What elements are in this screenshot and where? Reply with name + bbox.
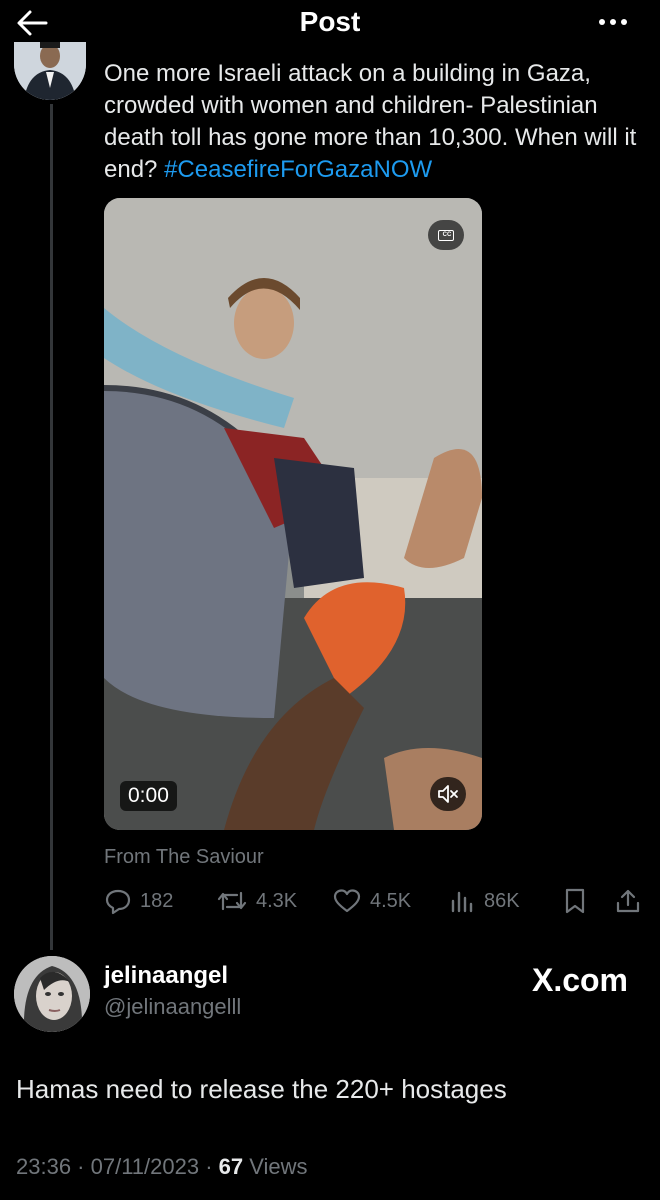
reply-button[interactable]: 182 [104,886,173,916]
repost-icon [217,891,247,911]
like-count: 4.5K [370,889,412,912]
captions-button[interactable]: CC [428,220,464,250]
reply-text: Hamas need to release the 220+ hostages [16,1074,507,1104]
views-button[interactable]: 86K [448,886,520,916]
share-icon [616,889,640,913]
cc-icon: CC [438,230,454,241]
avatar[interactable] [14,956,90,1032]
repost-button[interactable]: 4.3K [216,886,297,916]
views-number: 67 [218,1154,244,1179]
source-attribution[interactable]: From The Saviour [104,846,264,869]
video-timestamp: 0:00 [120,781,177,811]
more-button[interactable] [596,8,632,32]
comment-icon [105,889,131,915]
bookmark-button[interactable] [562,886,596,916]
bookmark-icon [565,888,585,914]
mute-button[interactable] [430,777,466,811]
hashtag-link[interactable]: #CeasefireForGazaNOW [164,156,432,183]
like-button[interactable]: 4.5K [332,886,411,916]
speaker-muted-icon [438,785,458,803]
post-text: One more Israeli attack on a building in… [104,58,644,186]
timestamp[interactable]: 23:36 · 07/11/2023 · [16,1154,219,1179]
views-count: 86K [484,889,520,912]
heart-icon [333,889,361,913]
views-label: Views [243,1154,308,1179]
watermark: X.com [531,962,628,998]
thread-line [50,104,53,950]
reply-count: 182 [140,889,174,912]
user-handle[interactable]: @jelinaangelll [104,994,241,1020]
avatar[interactable] [14,42,86,100]
page-title: Post [299,6,361,37]
analytics-icon [451,891,473,913]
ellipsis-icon [599,19,627,25]
repost-count: 4.3K [256,889,298,912]
share-button[interactable] [614,886,650,916]
post-meta: 23:36 · 07/11/2023 · 67 Views [16,1154,308,1180]
video-player[interactable]: CC 0:00 [104,198,482,830]
display-name[interactable]: jelinaangel [104,962,228,990]
video-frame [104,198,482,830]
